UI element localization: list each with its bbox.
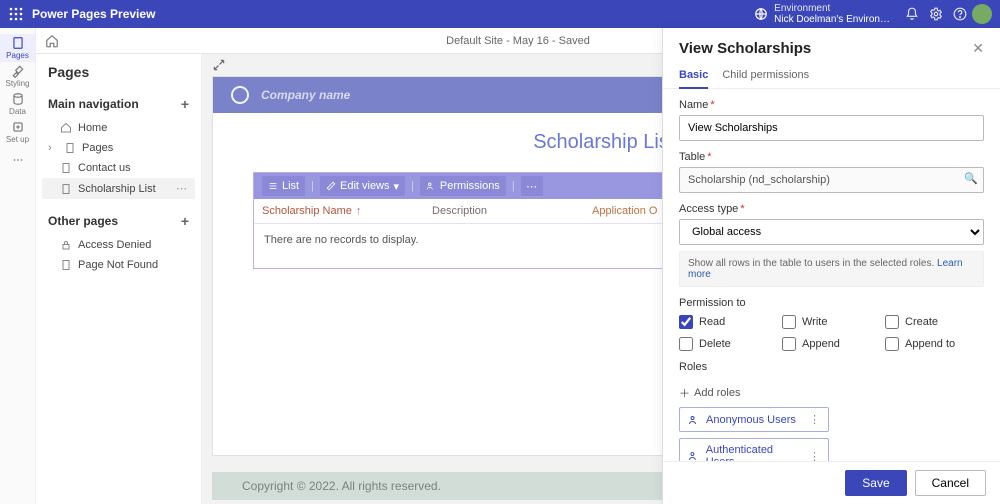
column-scholarship-name[interactable]: Scholarship Name↑ <box>262 205 432 217</box>
add-roles-button[interactable]: ＋ Add roles <box>679 385 740 401</box>
page-icon <box>60 259 72 271</box>
perm-append[interactable]: Append <box>782 337 881 351</box>
settings-icon[interactable] <box>924 2 948 26</box>
app-launcher-icon[interactable] <box>8 6 24 22</box>
panel-title: View Scholarships <box>679 40 811 57</box>
notifications-icon[interactable] <box>900 2 924 26</box>
list-btn-editviews[interactable]: Edit views ▾ <box>320 176 405 196</box>
role-chip-anonymous[interactable]: Anonymous Users ⋮ <box>679 407 829 432</box>
tree-section-other: Other pages <box>48 214 118 228</box>
role-chip-authenticated[interactable]: Authenticated Users ⋮ <box>679 438 829 461</box>
role-menu-icon[interactable]: ⋮ <box>809 450 820 462</box>
sort-asc-icon: ↑ <box>356 205 362 217</box>
site-logo-icon <box>231 86 249 104</box>
search-icon[interactable]: 🔍 <box>964 172 978 185</box>
rail-setup[interactable]: Set up <box>0 118 35 146</box>
save-button[interactable]: Save <box>845 470 906 496</box>
tree-item-home[interactable]: Home <box>42 118 195 138</box>
page-icon <box>60 183 72 195</box>
tree-item-not-found[interactable]: Page Not Found <box>42 255 195 275</box>
page-icon <box>60 162 72 174</box>
panel-tabs: Basic Child permissions <box>663 63 1000 89</box>
list-btn-list[interactable]: List <box>262 176 305 196</box>
roles-label: Roles <box>679 361 984 373</box>
pages-tree-panel: Pages Main navigation + Home › Pages Con… <box>36 54 202 504</box>
perm-delete[interactable]: Delete <box>679 337 778 351</box>
access-type-select[interactable]: Global access <box>679 219 984 245</box>
home-page-icon <box>60 122 72 134</box>
environment-picker[interactable]: Environment Nick Doelman's Environ… <box>754 3 890 25</box>
permission-to-label: Permission to <box>679 297 984 309</box>
rail-styling[interactable]: Styling <box>0 62 35 90</box>
app-title: Power Pages Preview <box>32 7 155 21</box>
top-app-bar: Power Pages Preview Environment Nick Doe… <box>0 0 1000 28</box>
access-type-hint: Show all rows in the table to users in t… <box>679 251 984 287</box>
lock-icon <box>60 239 72 251</box>
column-application-open[interactable]: Application O <box>592 205 657 217</box>
list-btn-more[interactable]: ⋯ <box>521 176 543 196</box>
left-nav-rail: Pages Styling Data Set up <box>0 28 36 504</box>
permission-checkboxes: Read Write Create Delete Append Append t… <box>679 315 984 351</box>
environment-label: Environment <box>774 3 890 14</box>
cancel-button[interactable]: Cancel <box>915 470 986 496</box>
tab-child-permissions[interactable]: Child permissions <box>722 63 809 88</box>
table-lookup[interactable] <box>679 167 984 193</box>
expand-icon[interactable] <box>212 59 226 76</box>
tree-item-pages[interactable]: › Pages <box>42 138 195 158</box>
tree-section-mainnav: Main navigation <box>48 97 139 111</box>
list-btn-permissions[interactable]: Permissions <box>420 176 506 196</box>
breadcrumb-text: Default Site - May 16 - Saved <box>446 35 590 47</box>
rail-pages[interactable]: Pages <box>0 34 35 62</box>
perm-create[interactable]: Create <box>885 315 984 329</box>
chevron-right-icon[interactable]: › <box>48 142 58 154</box>
rail-data[interactable]: Data <box>0 90 35 118</box>
environment-value: Nick Doelman's Environ… <box>774 14 890 25</box>
table-permission-panel: View Scholarships ✕ Basic Child permissi… <box>662 28 1000 504</box>
add-page-mainnav[interactable]: + <box>181 96 189 112</box>
tab-basic[interactable]: Basic <box>679 63 708 89</box>
tree-item-access-denied[interactable]: Access Denied <box>42 235 195 255</box>
rail-more[interactable] <box>0 146 35 174</box>
site-company-name[interactable]: Company name <box>261 88 350 102</box>
add-page-other[interactable]: + <box>181 213 189 229</box>
role-menu-icon[interactable]: ⋮ <box>809 413 820 426</box>
user-avatar[interactable] <box>972 4 992 24</box>
tree-item-more-icon[interactable]: ⋯ <box>176 182 187 195</box>
perm-write[interactable]: Write <box>782 315 881 329</box>
access-type-label: Access type* <box>679 203 984 215</box>
page-icon <box>64 142 76 154</box>
tree-item-scholarship-list[interactable]: Scholarship List ⋯ <box>42 178 195 199</box>
table-label: Table* <box>679 151 984 163</box>
perm-appendto[interactable]: Append to <box>885 337 984 351</box>
home-icon[interactable] <box>44 33 60 49</box>
close-panel-button[interactable]: ✕ <box>972 40 984 57</box>
name-input[interactable] <box>679 115 984 141</box>
pages-panel-title: Pages <box>36 54 201 90</box>
help-icon[interactable] <box>948 2 972 26</box>
tree-item-contact[interactable]: Contact us <box>42 158 195 178</box>
perm-read[interactable]: Read <box>679 315 778 329</box>
empty-list-message: There are no records to display. <box>264 234 418 246</box>
column-description[interactable]: Description <box>432 205 592 217</box>
name-label: Name* <box>679 99 984 111</box>
